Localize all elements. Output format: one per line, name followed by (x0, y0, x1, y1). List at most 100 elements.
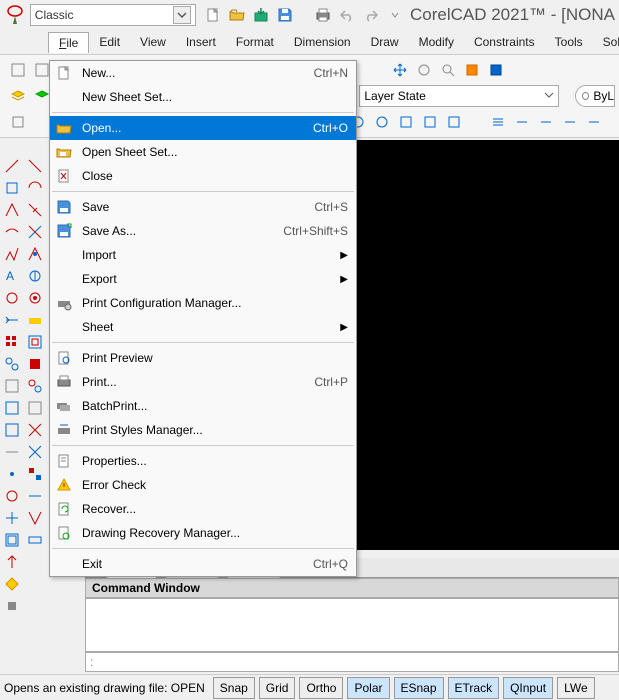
tool-icon[interactable] (24, 353, 45, 374)
menu-file[interactable]: File (48, 32, 89, 53)
import-icon[interactable] (252, 6, 270, 24)
tool-icon[interactable]: A (1, 265, 22, 286)
tool-icon[interactable] (1, 463, 22, 484)
tool-icon[interactable] (1, 353, 22, 374)
status-qinput-button[interactable]: QInput (503, 677, 553, 699)
tool-icon[interactable] (24, 309, 45, 330)
tool-icon[interactable] (24, 199, 45, 220)
status-polar-button[interactable]: Polar (347, 677, 389, 699)
file-menu-item-export[interactable]: Export▶ (50, 267, 356, 291)
tool-icon[interactable] (1, 507, 22, 528)
file-menu-item-batchprint[interactable]: BatchPrint... (50, 394, 356, 418)
open-folder-icon[interactable] (228, 6, 246, 24)
tool-icon[interactable] (584, 112, 604, 132)
file-menu-item-save-as[interactable]: Save As...Ctrl+Shift+S (50, 219, 356, 243)
file-menu-item-close[interactable]: Close (50, 164, 356, 188)
tool-icon[interactable] (24, 375, 45, 396)
tool-icon[interactable] (1, 309, 22, 330)
tool-icon[interactable] (24, 529, 45, 550)
file-menu-item-new-sheet-set[interactable]: New Sheet Set... (50, 85, 356, 109)
file-menu-item-open[interactable]: Open...Ctrl+O (50, 116, 356, 140)
tool-icon[interactable] (24, 485, 45, 506)
tool-icon[interactable] (1, 375, 22, 396)
menu-solids[interactable]: Solids (593, 32, 619, 52)
menu-tools[interactable]: Tools (545, 32, 593, 52)
menu-edit[interactable]: Edit (89, 32, 130, 52)
tool-icon[interactable] (24, 155, 45, 176)
menu-format[interactable]: Format (226, 32, 284, 52)
tool-icon[interactable] (1, 155, 22, 176)
tool-icon[interactable] (24, 177, 45, 198)
status-lwe-button[interactable]: LWe (557, 677, 595, 699)
tool-icon[interactable] (24, 463, 45, 484)
tool-icon[interactable] (1, 287, 22, 308)
file-menu-item-new[interactable]: New...Ctrl+N (50, 61, 356, 85)
tool-icon[interactable] (24, 221, 45, 242)
tool-icon[interactable] (24, 419, 45, 440)
tool-icon[interactable] (1, 221, 22, 242)
tool-icon[interactable] (24, 441, 45, 462)
menu-modify[interactable]: Modify (409, 32, 464, 52)
tool-icon[interactable] (444, 112, 464, 132)
tool-icon[interactable] (24, 397, 45, 418)
tool-icon[interactable] (1, 419, 22, 440)
print-icon[interactable] (314, 6, 332, 24)
bylayer-selector[interactable]: ByL (575, 85, 615, 107)
tool-icon[interactable] (560, 112, 580, 132)
save-icon[interactable] (276, 6, 294, 24)
menu-constraints[interactable]: Constraints (464, 32, 545, 52)
tool-icon[interactable] (1, 199, 22, 220)
move-icon[interactable] (390, 60, 410, 80)
file-menu-item-open-sheet-set[interactable]: Open Sheet Set... (50, 140, 356, 164)
tool-icon[interactable] (420, 112, 440, 132)
file-menu-item-drawing-recovery-manager[interactable]: Drawing Recovery Manager... (50, 521, 356, 545)
tool-icon[interactable] (372, 112, 392, 132)
tool-icon[interactable] (24, 243, 45, 264)
file-menu-item-save[interactable]: SaveCtrl+S (50, 195, 356, 219)
tool-icon[interactable] (462, 60, 482, 80)
tool-icon[interactable] (536, 112, 556, 132)
status-snap-button[interactable]: Snap (213, 677, 255, 699)
layer-icon[interactable] (8, 86, 28, 106)
file-menu-item-properties[interactable]: Properties... (50, 449, 356, 473)
tool-icon[interactable] (24, 265, 45, 286)
file-menu-item-print-styles-manager[interactable]: Print Styles Manager... (50, 418, 356, 442)
status-etrack-button[interactable]: ETrack (448, 677, 500, 699)
command-window-body[interactable] (85, 598, 619, 652)
file-menu-item-print[interactable]: Print...Ctrl+P (50, 370, 356, 394)
menu-dimension[interactable]: Dimension (284, 32, 361, 52)
menu-view[interactable]: View (130, 32, 176, 52)
tool-icon[interactable] (1, 573, 22, 594)
grid-icon[interactable] (1, 331, 22, 352)
tool-icon[interactable] (24, 331, 45, 352)
tool-icon[interactable] (396, 112, 416, 132)
tool-icon[interactable] (24, 507, 45, 528)
tool-icon[interactable] (1, 177, 22, 198)
status-esnap-button[interactable]: ESnap (394, 677, 444, 699)
tool-icon[interactable] (8, 60, 28, 80)
tool-icon[interactable] (1, 397, 22, 418)
tool-icon[interactable] (486, 60, 506, 80)
tool-icon[interactable] (1, 595, 22, 616)
file-menu-item-exit[interactable]: ExitCtrl+Q (50, 552, 356, 576)
search-icon[interactable] (438, 60, 458, 80)
dropdown-icon[interactable] (386, 6, 404, 24)
menu-insert[interactable]: Insert (176, 32, 226, 52)
tool-icon[interactable] (512, 112, 532, 132)
new-doc-icon[interactable] (204, 6, 222, 24)
file-menu-item-print-preview[interactable]: Print Preview (50, 346, 356, 370)
layer-state-selector[interactable]: Layer State (359, 85, 559, 107)
status-ortho-button[interactable]: Ortho (299, 677, 343, 699)
menu-draw[interactable]: Draw (361, 32, 409, 52)
file-menu-item-error-check[interactable]: Error Check (50, 473, 356, 497)
tool-icon[interactable] (1, 529, 22, 550)
undo-icon[interactable] (338, 6, 356, 24)
command-prompt[interactable]: : (85, 652, 619, 672)
file-menu-item-recover[interactable]: Recover... (50, 497, 356, 521)
status-grid-button[interactable]: Grid (259, 677, 296, 699)
tool-icon[interactable] (1, 485, 22, 506)
tool-icon[interactable] (488, 112, 508, 132)
redo-icon[interactable] (362, 6, 380, 24)
file-menu-item-print-configuration-manager[interactable]: Print Configuration Manager... (50, 291, 356, 315)
tool-icon[interactable] (24, 287, 45, 308)
